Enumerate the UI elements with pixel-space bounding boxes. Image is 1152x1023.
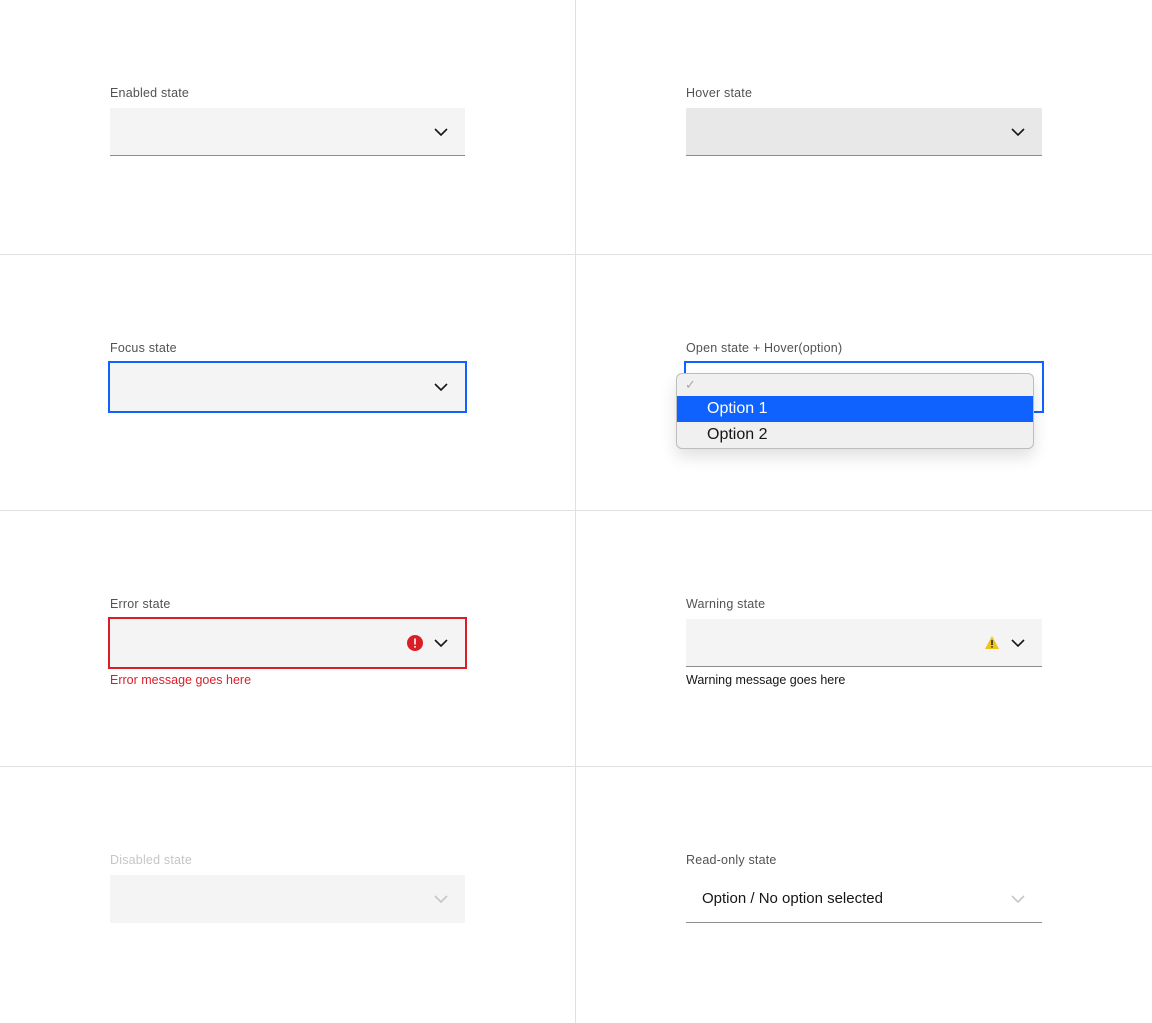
open-menu-option-2[interactable]: Option 2 xyxy=(677,422,1033,448)
enabled-cell: Enabled state xyxy=(0,0,576,255)
chevron-down-icon xyxy=(433,124,449,140)
hover-select[interactable] xyxy=(686,108,1042,156)
readonly-select: Option / No option selected xyxy=(686,875,1042,923)
open-label: Open state + Hover(option) xyxy=(686,341,1042,355)
error-label: Error state xyxy=(110,597,465,611)
chevron-down-icon xyxy=(433,635,449,651)
chevron-down-icon xyxy=(1010,124,1026,140)
focus-cell: Focus state xyxy=(0,255,576,511)
open-menu-option-1-label: Option 1 xyxy=(707,400,767,418)
enabled-label: Enabled state xyxy=(110,86,465,100)
enabled-select[interactable] xyxy=(110,108,465,156)
disabled-select xyxy=(110,875,465,923)
disabled-cell: Disabled state xyxy=(0,767,576,1023)
open-menu-option-1[interactable]: Option 1 xyxy=(677,396,1033,422)
warning-select[interactable] xyxy=(686,619,1042,667)
open-menu: ✓ Option 1 Option 2 xyxy=(676,373,1034,449)
error-select[interactable] xyxy=(110,619,465,667)
warning-cell: Warning state Warning message goes here xyxy=(576,511,1152,767)
open-menu-option-2-label: Option 2 xyxy=(707,426,767,444)
chevron-down-icon xyxy=(433,379,449,395)
hover-cell: Hover state xyxy=(576,0,1152,255)
open-menu-blank[interactable]: ✓ xyxy=(677,374,1033,396)
readonly-value: Option / No option selected xyxy=(702,890,1010,907)
error-icon xyxy=(407,635,423,651)
chevron-down-icon xyxy=(1010,891,1026,907)
warning-icon xyxy=(984,635,1000,651)
readonly-cell: Read-only state Option / No option selec… xyxy=(576,767,1152,1023)
readonly-label: Read-only state xyxy=(686,853,1042,867)
chevron-down-icon xyxy=(1010,635,1026,651)
focus-label: Focus state xyxy=(110,341,465,355)
check-icon: ✓ xyxy=(685,377,696,393)
warning-message: Warning message goes here xyxy=(686,673,1042,687)
error-message: Error message goes here xyxy=(110,673,465,687)
disabled-label: Disabled state xyxy=(110,853,465,867)
warning-label: Warning state xyxy=(686,597,1042,611)
focus-select[interactable] xyxy=(110,363,465,411)
open-cell: Open state + Hover(option) ✓ Option 1 Op… xyxy=(576,255,1152,511)
chevron-down-icon xyxy=(433,891,449,907)
error-cell: Error state Error message goes here xyxy=(0,511,576,767)
hover-label: Hover state xyxy=(686,86,1042,100)
